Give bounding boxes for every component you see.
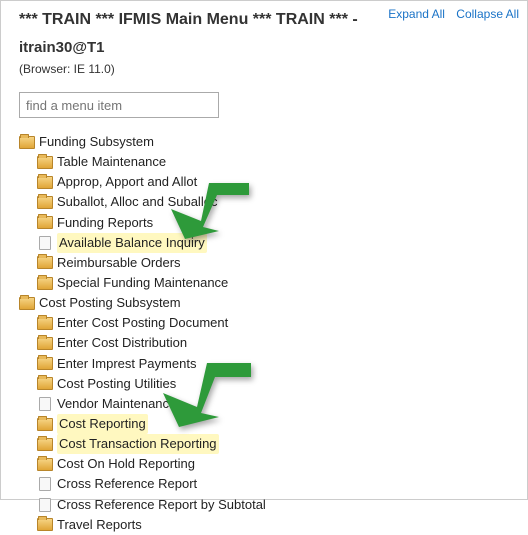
tree-item-label: Suballot, Alloc and Suballoc bbox=[57, 192, 217, 212]
user-id: itrain30@T1 bbox=[19, 39, 509, 56]
folder-icon bbox=[37, 176, 53, 189]
folder-icon bbox=[37, 438, 53, 451]
folder-icon bbox=[37, 196, 53, 209]
tree-item[interactable]: Special Funding Maintenance bbox=[19, 273, 509, 293]
folder-icon bbox=[37, 156, 53, 169]
tree-item[interactable]: Enter Cost Distribution bbox=[19, 333, 509, 353]
tree-item-label: Cost On Hold Reporting bbox=[57, 454, 195, 474]
tree-item-label: Vendor Maintenance bbox=[57, 394, 176, 414]
tree-item[interactable]: Cross Reference Report bbox=[19, 474, 509, 494]
browser-info: (Browser: IE 11.0) bbox=[19, 62, 509, 76]
folder-icon bbox=[37, 216, 53, 229]
tree-item-label: Cross Reference Report bbox=[57, 474, 197, 494]
tree-item[interactable]: Suballot, Alloc and Suballoc bbox=[19, 192, 509, 212]
tree-item[interactable]: Funding Subsystem bbox=[19, 132, 509, 152]
tree-item[interactable]: Travel Reports bbox=[19, 515, 509, 535]
tree-item-label: Reimbursable Orders bbox=[57, 253, 181, 273]
tree-item[interactable]: Enter Imprest Payments bbox=[19, 354, 509, 374]
tree-item-label: Cost Transaction Reporting bbox=[57, 434, 219, 454]
folder-icon bbox=[37, 418, 53, 431]
tree-item-label: Enter Imprest Payments bbox=[57, 354, 196, 374]
document-icon bbox=[39, 236, 51, 250]
tree-item[interactable]: Cost Posting Subsystem bbox=[19, 293, 509, 313]
folder-icon bbox=[37, 256, 53, 269]
tree-item-label: Cost Posting Subsystem bbox=[39, 293, 181, 313]
tree-item-label: Available Balance Inquiry bbox=[57, 233, 207, 253]
document-icon bbox=[39, 397, 51, 411]
tree-item[interactable]: Reimbursable Orders bbox=[19, 253, 509, 273]
tree-item[interactable]: Cost Transaction Reporting bbox=[19, 434, 509, 454]
folder-icon bbox=[37, 277, 53, 290]
menu-tree: Funding SubsystemTable MaintenanceApprop… bbox=[19, 132, 509, 535]
tree-item[interactable]: Vendor Maintenance bbox=[19, 394, 509, 414]
collapse-all-link[interactable]: Collapse All bbox=[456, 7, 519, 21]
tree-item-label: Special Funding Maintenance bbox=[57, 273, 228, 293]
folder-icon bbox=[37, 458, 53, 471]
tree-item[interactable]: Table Maintenance bbox=[19, 152, 509, 172]
expand-all-link[interactable]: Expand All bbox=[388, 7, 445, 21]
tree-item[interactable]: Cost Posting Utilities bbox=[19, 374, 509, 394]
folder-icon bbox=[37, 317, 53, 330]
tree-item-label: Enter Cost Distribution bbox=[57, 333, 187, 353]
tree-item[interactable]: Approp, Apport and Allot bbox=[19, 172, 509, 192]
folder-icon bbox=[37, 337, 53, 350]
tree-item-label: Funding Reports bbox=[57, 213, 153, 233]
folder-icon bbox=[37, 357, 53, 370]
tree-item-label: Travel Reports bbox=[57, 515, 142, 535]
folder-icon bbox=[19, 136, 35, 149]
folder-icon bbox=[37, 377, 53, 390]
tree-item[interactable]: Funding Reports bbox=[19, 213, 509, 233]
tree-item-label: Enter Cost Posting Document bbox=[57, 313, 228, 333]
tree-item[interactable]: Cross Reference Report by Subtotal bbox=[19, 495, 509, 515]
tree-item-label: Cost Posting Utilities bbox=[57, 374, 176, 394]
tree-item-label: Approp, Apport and Allot bbox=[57, 172, 197, 192]
tree-item-label: Cross Reference Report by Subtotal bbox=[57, 495, 266, 515]
document-icon bbox=[39, 477, 51, 491]
tree-item-label: Funding Subsystem bbox=[39, 132, 154, 152]
tree-item[interactable]: Enter Cost Posting Document bbox=[19, 313, 509, 333]
tree-item-label: Cost Reporting bbox=[57, 414, 148, 434]
search-input[interactable] bbox=[19, 92, 219, 118]
folder-icon bbox=[19, 297, 35, 310]
tree-item-label: Table Maintenance bbox=[57, 152, 166, 172]
folder-icon bbox=[37, 518, 53, 531]
tree-item[interactable]: Cost Reporting bbox=[19, 414, 509, 434]
tree-item[interactable]: Available Balance Inquiry bbox=[19, 233, 509, 253]
tree-item[interactable]: Cost On Hold Reporting bbox=[19, 454, 509, 474]
